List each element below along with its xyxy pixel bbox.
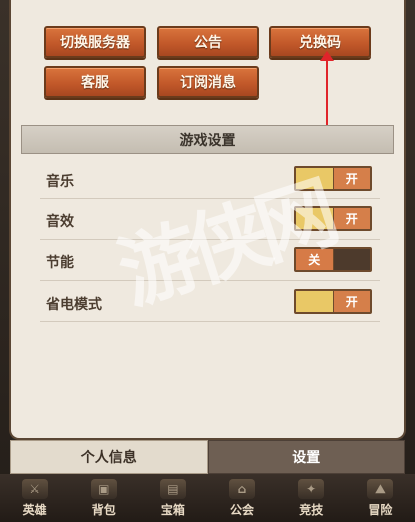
nav-guild[interactable]: ⌂ 公会 xyxy=(212,479,272,518)
divider xyxy=(40,239,380,240)
nav-label: 冒险 xyxy=(368,503,393,517)
switch-server-button[interactable]: 切换服务器 xyxy=(44,26,146,58)
nav-hero[interactable]: ⚔ 英雄 xyxy=(5,479,65,518)
nav-arena[interactable]: ✦ 竞技 xyxy=(281,479,341,518)
divider xyxy=(40,321,380,322)
setting-label-music: 音乐 xyxy=(46,174,74,190)
section-title-game-settings: 游戏设置 xyxy=(21,125,394,154)
bottom-navigation: ⚔ 英雄 ▣ 背包 ▤ 宝箱 ⌂ 公会 ✦ 竞技 ⛰ 冒险 xyxy=(0,474,415,522)
sound-effects-toggle[interactable]: 开 xyxy=(294,206,372,231)
energy-saving-toggle[interactable]: 关 xyxy=(294,247,372,272)
chest-icon: ▤ xyxy=(159,479,186,499)
setting-label-sound-effects: 音效 xyxy=(46,214,74,230)
toggle-state-text: 关 xyxy=(296,249,334,270)
tab-personal-info[interactable]: 个人信息 xyxy=(10,440,208,474)
annotation-arrow-line xyxy=(326,56,328,126)
arena-icon: ✦ xyxy=(298,479,325,499)
tab-settings[interactable]: 设置 xyxy=(207,440,405,474)
divider xyxy=(40,280,380,281)
tab-bar: 个人信息 设置 xyxy=(10,440,405,474)
divider xyxy=(40,198,380,199)
toggle-knob xyxy=(296,291,333,312)
toggle-state-text: 开 xyxy=(332,291,370,312)
toggle-knob xyxy=(296,168,333,189)
bag-icon: ▣ xyxy=(90,479,117,499)
annotation-arrow-head-icon xyxy=(320,51,334,61)
toggle-state-text: 开 xyxy=(332,208,370,229)
customer-service-button[interactable]: 客服 xyxy=(44,66,146,98)
adventure-icon: ⛰ xyxy=(367,479,394,499)
toggle-state-text: 开 xyxy=(332,168,370,189)
nav-label: 竞技 xyxy=(299,503,324,517)
nav-label: 英雄 xyxy=(22,503,47,517)
setting-label-power-saving-mode: 省电模式 xyxy=(46,297,102,313)
nav-label: 宝箱 xyxy=(160,503,185,517)
nav-chest[interactable]: ▤ 宝箱 xyxy=(143,479,203,518)
nav-label: 背包 xyxy=(91,503,116,517)
toggle-knob xyxy=(333,249,370,270)
music-toggle[interactable]: 开 xyxy=(294,166,372,191)
nav-label: 公会 xyxy=(230,503,255,517)
subscribe-messages-button[interactable]: 订阅消息 xyxy=(157,66,259,98)
guild-icon: ⌂ xyxy=(229,479,256,499)
announcement-button[interactable]: 公告 xyxy=(157,26,259,58)
nav-bag[interactable]: ▣ 背包 xyxy=(74,479,134,518)
power-saving-mode-toggle[interactable]: 开 xyxy=(294,289,372,314)
toggle-knob xyxy=(296,208,333,229)
setting-label-energy-saving: 节能 xyxy=(46,255,74,271)
hero-icon: ⚔ xyxy=(21,479,48,499)
nav-adventure[interactable]: ⛰ 冒险 xyxy=(350,479,410,518)
